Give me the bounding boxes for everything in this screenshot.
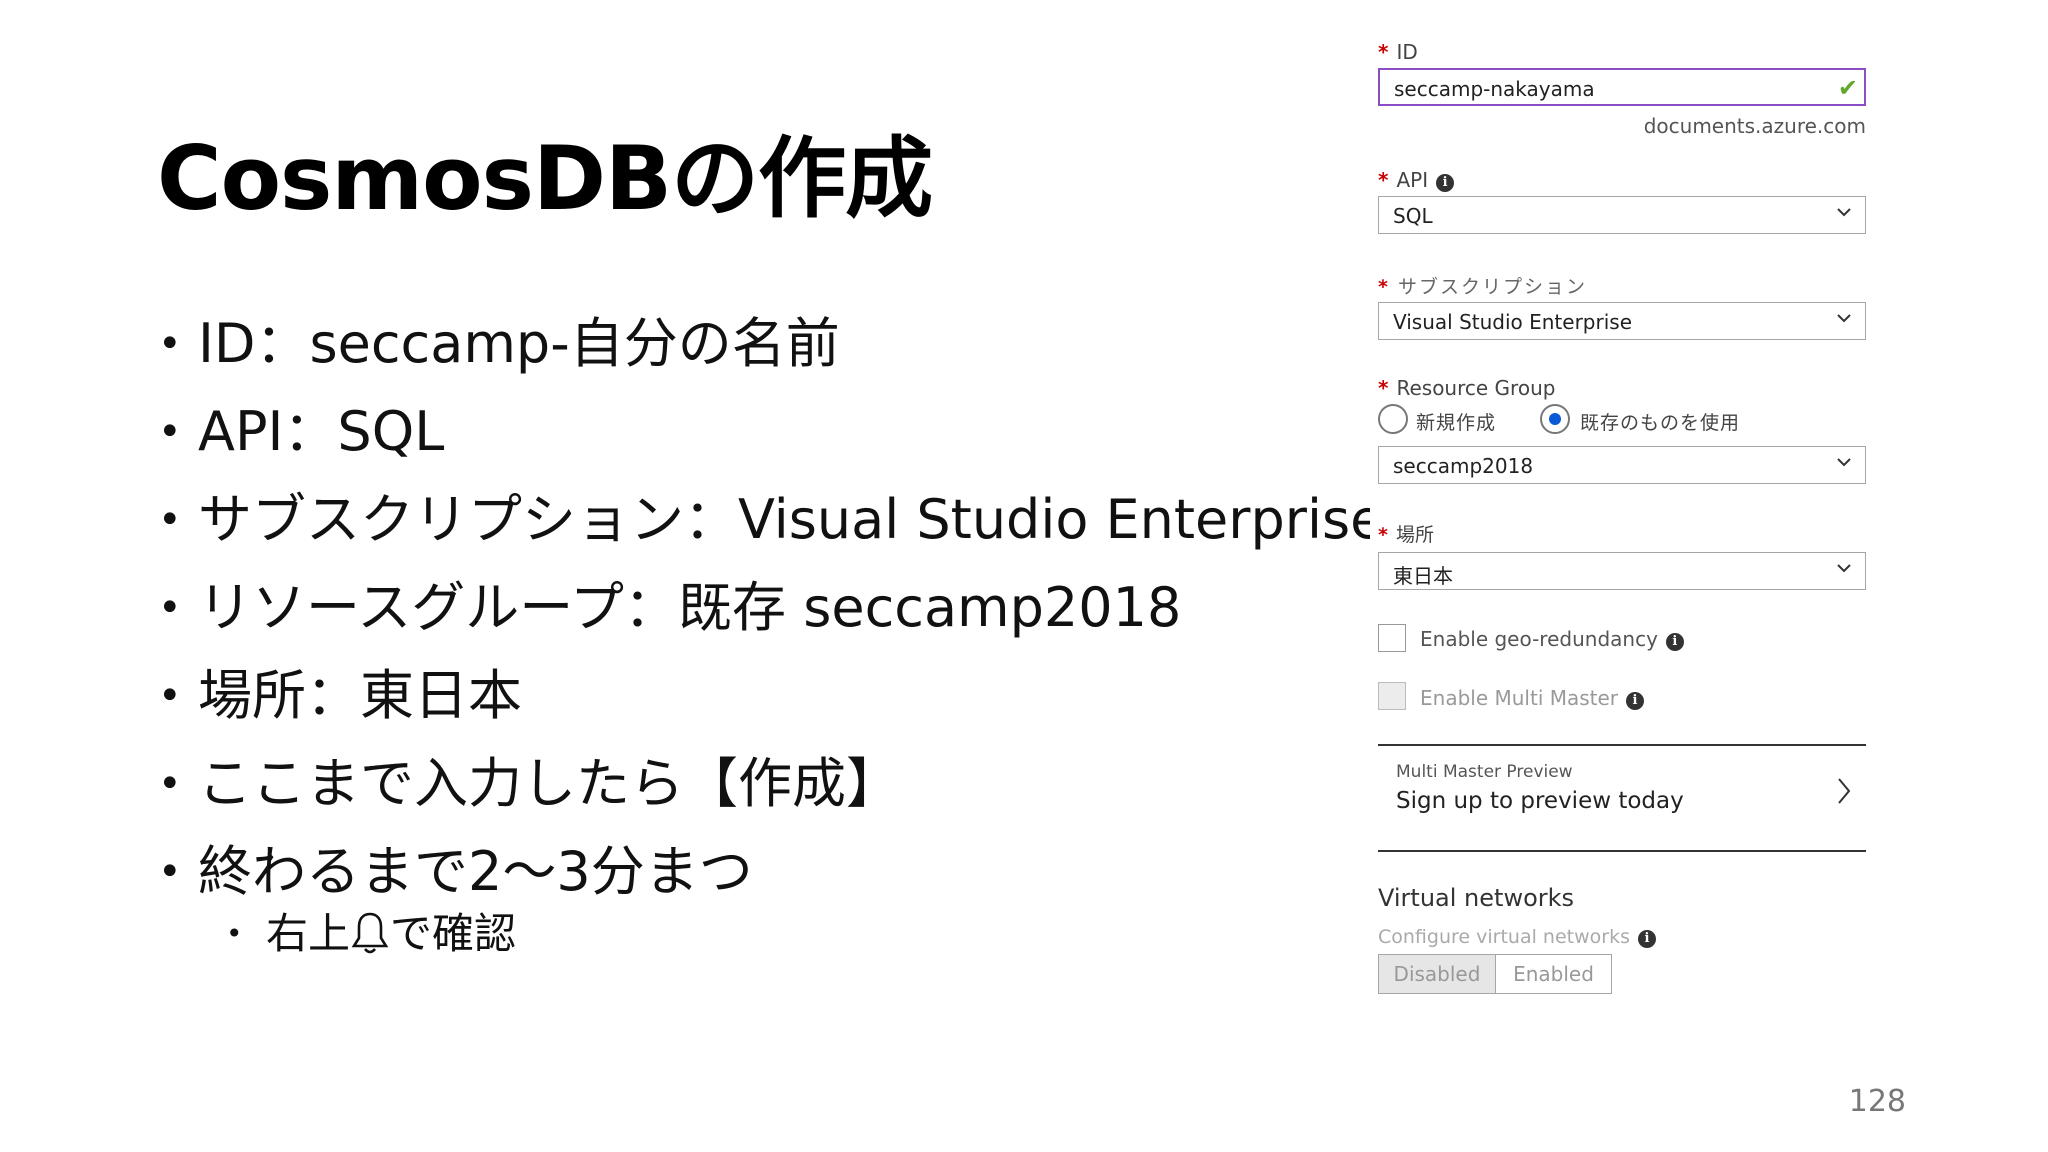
vnet-disabled-option[interactable]: Disabled bbox=[1378, 954, 1496, 994]
info-icon[interactable]: i bbox=[1436, 174, 1455, 192]
checkmark-icon: ✔ bbox=[1837, 74, 1858, 102]
required-marker: * bbox=[1378, 40, 1389, 64]
bullet-create: ここまで入力したら【作成】 bbox=[158, 740, 1383, 828]
resource-group-select-value: seccamp2018 bbox=[1393, 454, 1534, 478]
id-label: * ID bbox=[1378, 40, 1418, 64]
id-input[interactable]: seccamp-nakayama ✔ bbox=[1378, 68, 1866, 106]
radio-existing-label: 既存のものを使用 bbox=[1580, 412, 1741, 434]
geo-redundancy-checkbox[interactable] bbox=[1378, 624, 1406, 652]
vnet-subtitle: Configure virtual networks i bbox=[1378, 926, 1656, 948]
radio-new[interactable] bbox=[1378, 404, 1408, 434]
divider bbox=[1378, 744, 1866, 746]
geo-redundancy-label: Enable geo-redundancy i bbox=[1420, 627, 1684, 651]
location-select-value: 東日本 bbox=[1393, 564, 1453, 588]
page-number: 128 bbox=[1848, 1084, 1906, 1119]
sub-bullet-after: で確認 bbox=[390, 909, 517, 958]
bullet-list: ID：seccamp-自分の名前 API：SQL サブスクリプション：Visua… bbox=[158, 300, 1383, 964]
info-icon[interactable]: i bbox=[1665, 633, 1684, 651]
divider bbox=[1378, 850, 1866, 852]
bullet-subscription: サブスクリプション：Visual Studio Enterprise bbox=[158, 476, 1383, 564]
radio-existing[interactable] bbox=[1540, 404, 1570, 434]
resource-group-select[interactable]: seccamp2018 bbox=[1378, 446, 1866, 484]
chevron-down-icon bbox=[1837, 564, 1851, 573]
bullet-wait: 終わるまで2～3分まつ bbox=[158, 828, 1383, 916]
radio-new-label: 新規作成 bbox=[1416, 412, 1497, 434]
chevron-down-icon bbox=[1837, 458, 1851, 467]
info-icon[interactable]: i bbox=[1637, 930, 1656, 948]
vnet-enabled-option[interactable]: Enabled bbox=[1495, 954, 1612, 994]
bullet-api: API：SQL bbox=[158, 388, 1383, 476]
subscription-select[interactable]: Visual Studio Enterprise bbox=[1378, 302, 1866, 340]
location-select[interactable]: 東日本 bbox=[1378, 552, 1866, 590]
bullet-id: ID：seccamp-自分の名前 bbox=[158, 300, 1383, 388]
chevron-down-icon bbox=[1837, 314, 1851, 323]
bullet-resource-group: リソースグループ：既存 seccamp2018 bbox=[158, 564, 1383, 652]
resource-group-label: * Resource Group bbox=[1378, 376, 1556, 400]
id-input-value: seccamp-nakayama bbox=[1394, 77, 1595, 101]
multi-master-checkbox[interactable] bbox=[1378, 682, 1406, 710]
subscription-select-value: Visual Studio Enterprise bbox=[1393, 310, 1633, 334]
preview-link[interactable]: Sign up to preview today bbox=[1396, 788, 1684, 814]
subscription-label: * サブスクリプション bbox=[1378, 276, 1587, 298]
bullet-location: 場所：東日本 bbox=[158, 652, 1383, 740]
api-label: * API i bbox=[1378, 168, 1455, 192]
chevron-right-icon[interactable] bbox=[1836, 776, 1852, 806]
api-select[interactable]: SQL bbox=[1378, 196, 1866, 234]
cosmosdb-create-panel: * ID seccamp-nakayama ✔ documents.azure.c… bbox=[1370, 30, 1890, 1030]
sub-bullet-confirm: 右上 で確認 bbox=[158, 904, 1383, 964]
preview-caption: Multi Master Preview bbox=[1396, 762, 1573, 782]
slide-title: CosmosDBの作成 bbox=[157, 127, 933, 230]
multi-master-label: Enable Multi Master i bbox=[1420, 686, 1645, 710]
location-label: * 場所 bbox=[1378, 524, 1434, 546]
api-select-value: SQL bbox=[1393, 204, 1433, 228]
sub-bullet-before: 右上 bbox=[266, 909, 351, 958]
chevron-down-icon bbox=[1837, 208, 1851, 217]
info-icon[interactable]: i bbox=[1626, 692, 1645, 710]
id-domain-suffix: documents.azure.com bbox=[1643, 114, 1866, 138]
vnet-heading: Virtual networks bbox=[1378, 884, 1575, 912]
bell-icon bbox=[351, 912, 389, 954]
